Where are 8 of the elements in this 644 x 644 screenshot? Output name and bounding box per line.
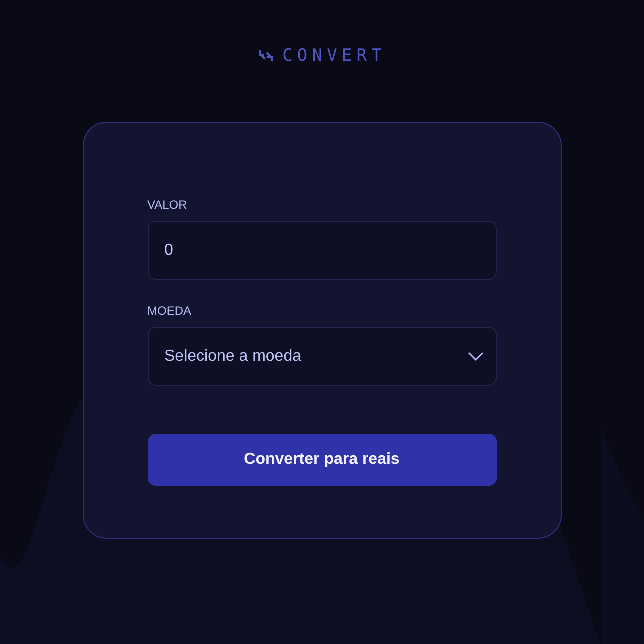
convert-button[interactable]: Converter para reais [148, 434, 496, 486]
value-input[interactable]: 0 [148, 221, 496, 280]
field-label: VALOR [148, 198, 188, 212]
field-label: MOEDA [148, 304, 192, 318]
currency-select[interactable]: Selecione a moeda [148, 327, 496, 386]
arrows-icon [258, 50, 274, 62]
app-logo-text: CONVERT [282, 47, 386, 65]
chevron-down-icon [468, 352, 484, 361]
